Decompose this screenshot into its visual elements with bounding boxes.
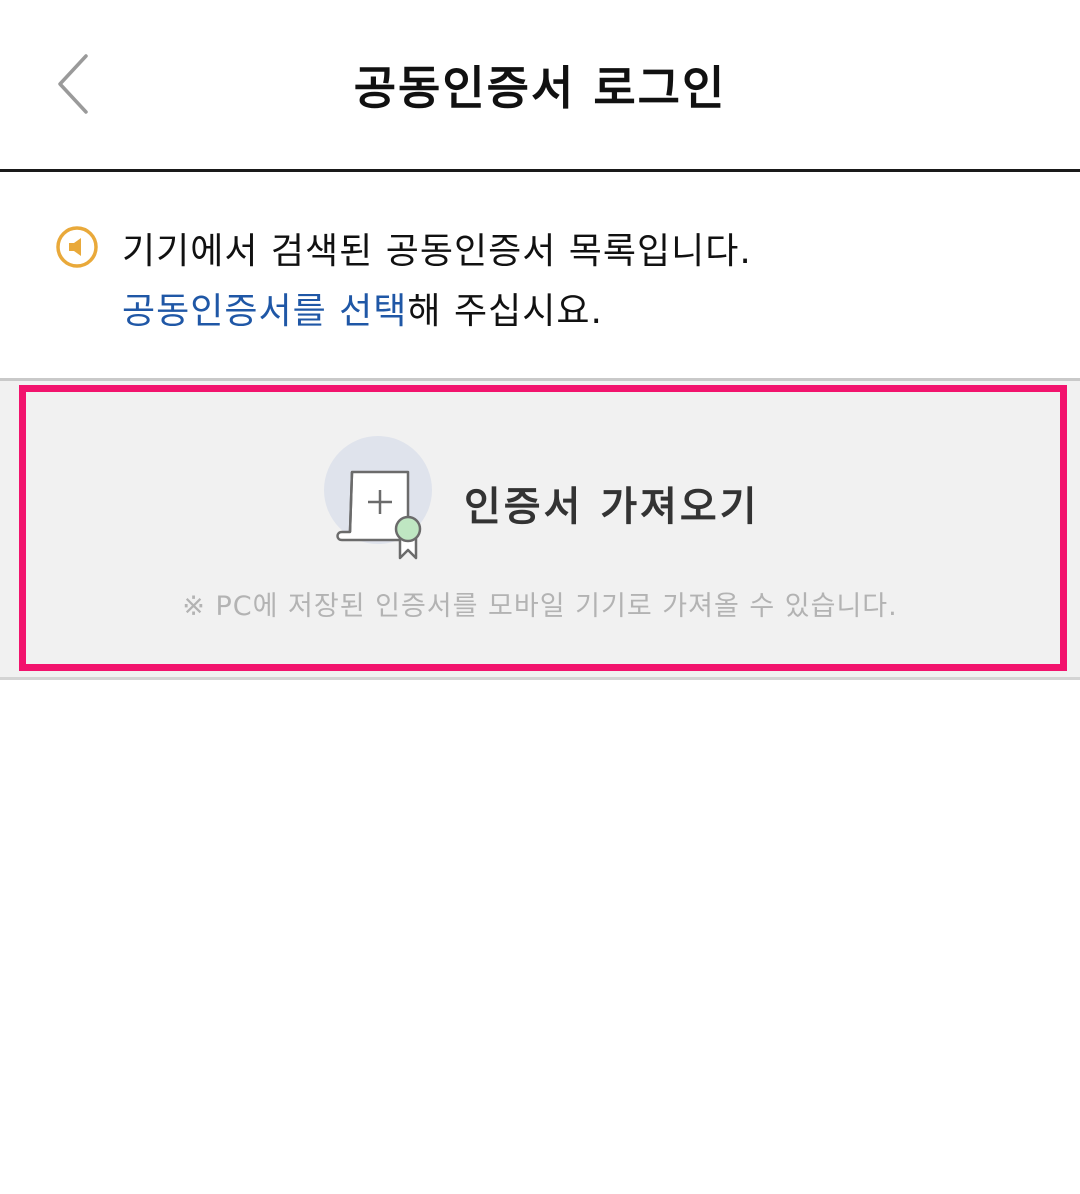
notice-section: 기기에서 검색된 공동인증서 목록입니다. 공동인증서를 선택해 주십시요.: [0, 172, 1080, 377]
import-certificate-label: 인증서 가져오기: [464, 484, 760, 530]
notice-instruction: 공동인증서를 선택해 주십시요.: [122, 282, 603, 334]
notice-instruction-accent: 공동인증서를 선택: [122, 291, 408, 332]
speaker-icon: [56, 226, 98, 268]
notice-text: 기기에서 검색된 공동인증서 목록입니다.: [122, 231, 752, 272]
app-header: 공동인증서 로그인: [0, 0, 1080, 172]
import-certificate-hint: ※ PC에 저장된 인증서를 모바일 기기로 가져올 수 있습니다.: [182, 591, 898, 622]
certificate-add-icon: [324, 436, 432, 560]
notice-instruction-rest: 해 주십시요.: [407, 291, 603, 332]
page-title: 공동인증서 로그인: [353, 61, 727, 115]
